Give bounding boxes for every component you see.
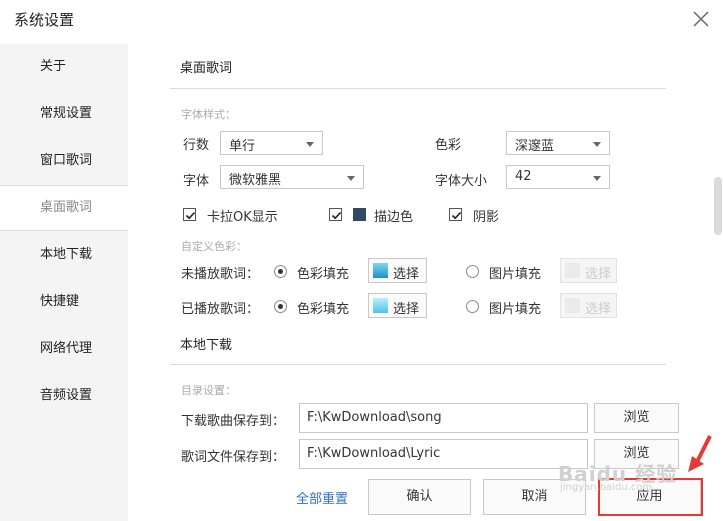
color-select-value: 深邃蓝 <box>515 139 555 154</box>
color-fill-label: 色彩填充 <box>297 302 350 317</box>
chevron-down-icon <box>593 142 601 147</box>
unplayed-color-fill-radio[interactable] <box>274 265 287 278</box>
custom-color-label: 自定义色彩： <box>181 240 247 253</box>
song-path-input[interactable]: F:\KwDownload\song <box>299 403 588 433</box>
stroke-label: 描边色 <box>374 210 414 225</box>
stroke-color-swatch[interactable] <box>353 208 366 221</box>
sidebar-item-window-lyrics[interactable]: 窗口歌词 <box>0 138 128 184</box>
song-path-label: 下载歌曲保存到： <box>181 414 286 429</box>
image-placeholder-icon <box>565 298 580 313</box>
sidebar-item-proxy[interactable]: 网络代理 <box>0 326 128 372</box>
chevron-down-icon <box>593 176 601 181</box>
chevron-down-icon <box>347 176 355 181</box>
divider <box>170 88 666 89</box>
chevron-down-icon <box>306 142 314 147</box>
lyric-path-value: F:\KwDownload\Lyric <box>307 446 441 461</box>
sidebar-item-label: 本地下载 <box>40 247 93 262</box>
watermark-url: jingyan.baidu.com <box>560 482 653 493</box>
color-select[interactable]: 深邃蓝 <box>506 131 610 155</box>
rows-select[interactable]: 单行 <box>220 131 323 155</box>
font-size-select[interactable]: 42 <box>506 165 610 189</box>
played-label: 已播放歌词： <box>181 302 260 317</box>
karaoke-label: 卡拉OK显示 <box>207 210 278 225</box>
browse-label: 浏览 <box>623 410 650 425</box>
stroke-checkbox[interactable] <box>329 208 342 221</box>
shadow-label: 阴影 <box>473 210 500 225</box>
divider <box>170 364 666 365</box>
image-fill-label: 图片填充 <box>489 267 542 282</box>
sidebar-item-label: 窗口歌词 <box>40 153 93 168</box>
sidebar-item-label: 快捷键 <box>40 294 80 309</box>
played-color-swatch <box>373 298 388 313</box>
played-image-fill-radio[interactable] <box>466 300 479 313</box>
sidebar-item-shortcuts[interactable]: 快捷键 <box>0 279 128 325</box>
dir-settings-label: 目录设置： <box>181 384 236 397</box>
color-fill-label: 色彩填充 <box>297 267 350 282</box>
select-label: 选择 <box>585 267 612 282</box>
lyric-path-input[interactable]: F:\KwDownload\Lyric <box>299 439 588 469</box>
unplayed-label: 未播放歌词： <box>181 267 260 282</box>
font-select-value: 微软雅黑 <box>229 173 282 188</box>
ok-button[interactable]: 确认 <box>368 479 471 515</box>
unplayed-select-button[interactable]: 选择 <box>368 258 427 283</box>
font-style-label: 字体样式： <box>181 108 236 121</box>
played-select-button[interactable]: 选择 <box>368 293 427 318</box>
select-label: 选择 <box>393 302 420 317</box>
font-size-select-value: 42 <box>515 169 532 184</box>
select-label: 选择 <box>585 302 612 317</box>
rows-label: 行数 <box>183 138 210 153</box>
section-title-desktop-lyrics: 桌面歌词 <box>180 61 233 76</box>
rows-select-value: 单行 <box>229 139 256 154</box>
unplayed-image-fill-radio[interactable] <box>466 265 479 278</box>
reset-all-link[interactable]: 全部重置 <box>296 488 348 507</box>
ok-label: 确认 <box>406 489 433 504</box>
close-icon[interactable] <box>692 10 710 28</box>
sidebar-item-local-download[interactable]: 本地下载 <box>0 232 128 278</box>
sidebar: 关于 常规设置 窗口歌词 桌面歌词 本地下载 快捷键 网络代理 音频设置 <box>0 44 128 521</box>
sidebar-item-label: 桌面歌词 <box>40 200 93 215</box>
played-image-select-button[interactable]: 选择 <box>560 293 617 318</box>
sidebar-item-label: 网络代理 <box>40 341 93 356</box>
sidebar-item-label: 关于 <box>40 59 67 74</box>
sidebar-item-audio[interactable]: 音频设置 <box>0 373 128 419</box>
sidebar-item-about[interactable]: 关于 <box>0 44 128 90</box>
shadow-checkbox[interactable] <box>449 208 462 221</box>
sidebar-item-label: 音频设置 <box>40 388 93 403</box>
select-label: 选择 <box>393 267 420 282</box>
font-size-label: 字体大小 <box>435 174 488 189</box>
sidebar-item-general[interactable]: 常规设置 <box>0 91 128 137</box>
karaoke-checkbox[interactable] <box>183 208 196 221</box>
sidebar-item-label: 常规设置 <box>40 106 93 121</box>
image-fill-label: 图片填充 <box>489 302 542 317</box>
unplayed-color-swatch <box>373 263 388 278</box>
lyric-path-label: 歌词文件保存到： <box>181 450 286 465</box>
played-color-fill-radio[interactable] <box>274 300 287 313</box>
browse-song-button[interactable]: 浏览 <box>594 403 679 433</box>
color-label: 色彩 <box>435 138 462 153</box>
font-select[interactable]: 微软雅黑 <box>220 165 364 189</box>
section-title-local-download: 本地下载 <box>180 338 233 353</box>
song-path-value: F:\KwDownload\song <box>307 410 442 425</box>
scrollbar-thumb[interactable] <box>714 177 722 235</box>
window-title: 系统设置 <box>14 11 75 29</box>
arrow-annotation-icon <box>684 434 714 476</box>
unplayed-image-select-button[interactable]: 选择 <box>560 258 617 283</box>
font-label: 字体 <box>183 174 210 189</box>
image-placeholder-icon <box>565 263 580 278</box>
cancel-label: 取消 <box>521 489 548 504</box>
sidebar-item-desktop-lyrics[interactable]: 桌面歌词 <box>0 185 128 231</box>
